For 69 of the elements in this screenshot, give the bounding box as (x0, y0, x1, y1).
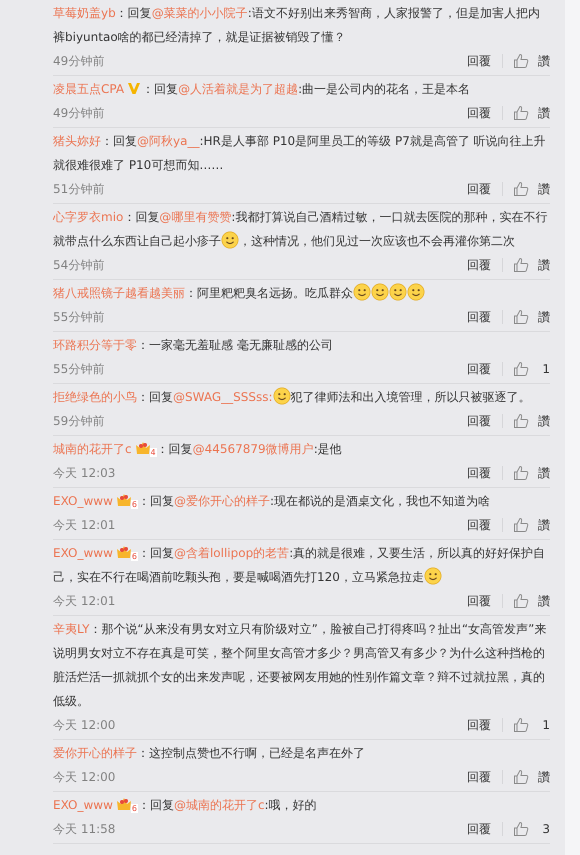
timestamp: 今天 12:00 (53, 768, 116, 786)
smiley-icon (221, 231, 239, 249)
like-count[interactable]: 讚 (538, 52, 550, 70)
thumbs-up-icon[interactable] (513, 517, 529, 533)
timestamp: 今天 12:01 (53, 516, 116, 534)
reply-link[interactable]: 回覆 (467, 52, 491, 70)
timestamp: 55分钟前 (53, 360, 104, 378)
timestamp: 55分钟前 (53, 308, 104, 326)
reply-link[interactable]: 回覆 (467, 768, 491, 786)
thumbs-up-icon[interactable] (513, 593, 529, 609)
comment-text: 凌晨五点CPA ：回复@人活着就是为了超越:曲一是公司内的花名，王是本名 (53, 80, 472, 98)
timestamp: 今天 12:00 (53, 716, 116, 734)
thumbs-up-icon[interactable] (513, 361, 529, 377)
reply-link[interactable]: 回覆 (467, 412, 491, 430)
comment-text: 心字罗衣mio：回复@哪里有赞赞:我都打算说自己酒精过敏，一口就去医院的那种，实在不行就带点什么东西让自己起小疹子 ，这种情况，他们见过一次应该也不会再灌你第二次 (53, 209, 548, 251)
thumbs-up-icon[interactable] (513, 769, 529, 785)
timestamp: 49分钟前 (53, 104, 104, 122)
thumbs-up-icon[interactable] (513, 413, 529, 429)
reply-link[interactable]: 回覆 (467, 516, 491, 534)
reply-link[interactable]: 回覆 (467, 592, 491, 610)
reply-link[interactable]: 回覆 (467, 360, 491, 378)
thumbs-up-icon[interactable] (513, 105, 529, 121)
timestamp: 今天 12:01 (53, 592, 116, 610)
reply-link[interactable]: 回覆 (467, 256, 491, 274)
like-count[interactable]: 1 (538, 718, 550, 732)
like-count[interactable]: 讚 (538, 516, 550, 534)
like-count[interactable]: 讚 (538, 308, 550, 326)
reply-link[interactable]: 回覆 (467, 104, 491, 122)
thumbs-up-icon[interactable] (513, 717, 529, 733)
comment-text: 辛夷LY：那个说“从来没有男女对立只有阶级对立”，脸被自己打得疼吗？扯出“女高管发声”来说明男女对立不存在真是可笑，整个阿里女高管才多少？男高管又有多少？为什么这种挡枪的脏活烂活一抓就抓个女的出来发声呢，还要被网友用她的性别作篇文章？辩不过就拉黑，真的低级。 (53, 621, 548, 710)
like-count[interactable]: 讚 (538, 464, 550, 482)
timestamp: 今天 12:03 (53, 464, 116, 482)
comment-text: 猪八戒照镜子越看越美丽：阿里粑粑臭名远扬。吃瓜群众 (53, 281, 550, 305)
like-count[interactable]: 讚 (538, 768, 550, 786)
reply-link[interactable]: 回覆 (467, 180, 491, 198)
reply-link[interactable]: 回覆 (467, 820, 491, 838)
smiley-icon (407, 283, 425, 301)
smiley-icon (371, 283, 389, 301)
reply-link[interactable]: 回覆 (467, 464, 491, 482)
comment-text: 爱你开心的样子：这控制点赞也不行啊，已经是名声在外了 (53, 745, 366, 762)
like-count[interactable]: 讚 (538, 412, 550, 430)
like-count[interactable]: 讚 (538, 256, 550, 274)
smiley-icon (424, 567, 442, 585)
smiley-icon (272, 387, 291, 405)
comment-text: 草莓奶盖yb：回复@菜菜的小小院子:语文不好别出来秀智商，人家报警了，但是加害人把内裤biyuntao啥的都已经清掉了，就是证据被销毁了懂？ (53, 5, 541, 46)
like-count[interactable]: 讚 (538, 592, 550, 610)
thumbs-up-icon[interactable] (513, 257, 529, 273)
smiley-icon (353, 283, 371, 301)
timestamp: 59分钟前 (53, 412, 104, 430)
like-count[interactable]: 3 (538, 822, 550, 836)
timestamp: 49分钟前 (53, 52, 104, 70)
reply-link[interactable]: 回覆 (467, 308, 491, 326)
like-count[interactable]: 讚 (538, 104, 550, 122)
thumbs-up-icon[interactable] (513, 53, 529, 69)
thumbs-up-icon[interactable] (513, 821, 529, 837)
thumbs-up-icon[interactable] (513, 309, 529, 325)
smiley-icon (389, 283, 407, 301)
reply-link[interactable]: 回覆 (467, 716, 491, 734)
timestamp: 54分钟前 (53, 256, 104, 274)
like-count[interactable]: 1 (538, 362, 550, 376)
thumbs-up-icon[interactable] (513, 465, 529, 481)
timestamp: 51分钟前 (53, 180, 104, 198)
verified-v-icon (127, 81, 142, 95)
like-count[interactable]: 讚 (538, 180, 550, 198)
comment-text: 猪头妳好：回复@阿秋ya__:HR是人事部 P10是阿里员工的等级 P7就是高管了 听说向往上升就很难很难了 P10可想而知…… (53, 133, 547, 174)
comment-text: 环路积分等于零：一家毫无羞耻感 毫无廉耻感的公司 (53, 337, 334, 354)
timestamp: 今天 11:58 (53, 820, 116, 838)
thumbs-up-icon[interactable] (513, 181, 529, 197)
comment-text: 拒绝绿色的小鸟：回复@SWAG__SSSss: 犯了律师法和出入境管理，所以只被驱逐了。 (53, 385, 550, 409)
